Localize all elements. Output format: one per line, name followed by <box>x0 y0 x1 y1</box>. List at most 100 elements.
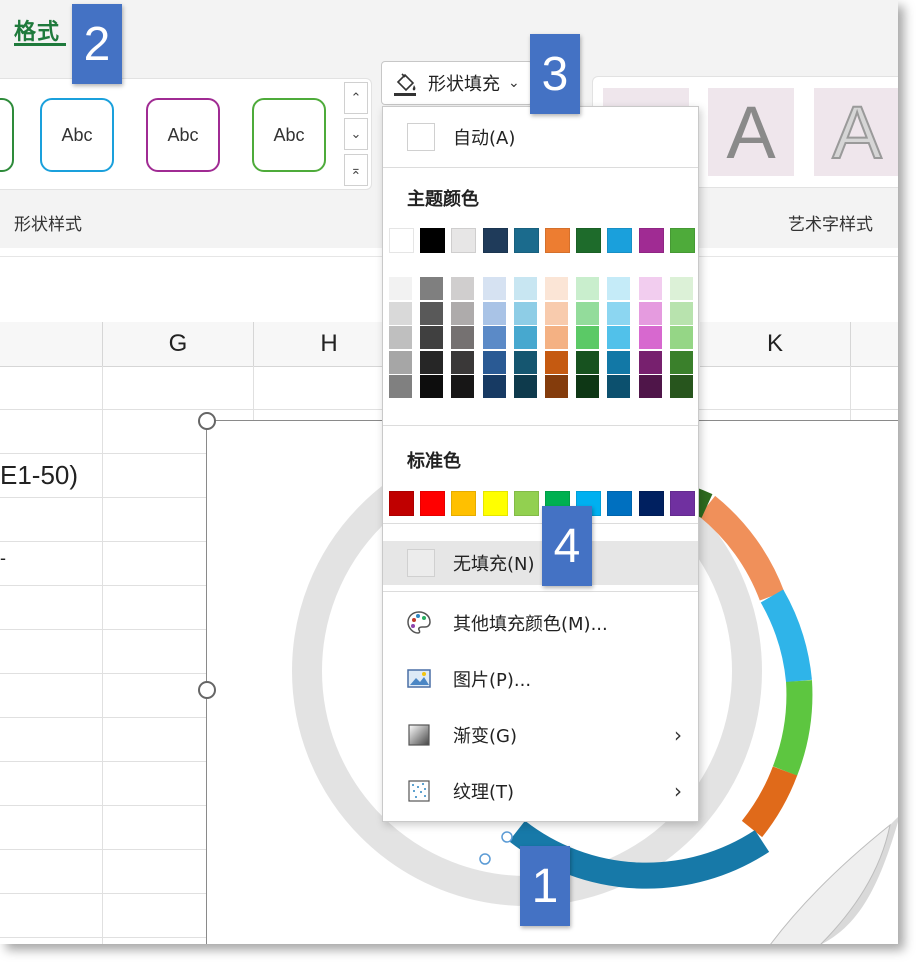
theme-color-swatch[interactable] <box>513 228 539 253</box>
shape-style-green[interactable]: Abc <box>252 98 326 172</box>
theme-color-swatch[interactable] <box>607 228 633 253</box>
picture-icon <box>407 669 431 688</box>
theme-shade-swatch[interactable] <box>482 326 506 349</box>
theme-shade-swatch[interactable] <box>607 326 631 349</box>
theme-shade-swatch[interactable] <box>389 326 412 349</box>
wordart-style-outline[interactable]: A <box>814 88 898 176</box>
theme-shade-swatch[interactable] <box>576 326 600 349</box>
theme-shade-swatch[interactable] <box>482 301 506 325</box>
theme-shade-swatch[interactable] <box>482 350 506 374</box>
theme-shade-swatch[interactable] <box>576 375 600 398</box>
theme-shade-swatch[interactable] <box>389 277 412 300</box>
automatic-label: 自动(A) <box>453 128 516 149</box>
column-header-k[interactable]: K <box>700 322 851 367</box>
theme-shade-swatch[interactable] <box>389 375 412 398</box>
chevron-right-icon: › <box>674 779 682 803</box>
theme-shade-swatch[interactable] <box>638 301 662 325</box>
shape-style-blue[interactable]: Abc <box>40 98 114 172</box>
theme-shade-swatch[interactable] <box>420 375 444 398</box>
menu-item-gradient[interactable]: 渐变(G) › <box>383 713 698 757</box>
theme-shade-swatch[interactable] <box>513 301 537 325</box>
theme-shade-swatch[interactable] <box>482 277 506 300</box>
theme-color-swatch[interactable] <box>638 228 664 253</box>
theme-shade-swatch[interactable] <box>638 375 662 398</box>
theme-shade-swatch[interactable] <box>545 375 568 398</box>
theme-shade-swatch[interactable] <box>451 301 475 325</box>
standard-color-swatch[interactable] <box>451 491 477 516</box>
theme-shade-swatch[interactable] <box>669 326 693 349</box>
theme-shade-swatch[interactable] <box>669 375 693 398</box>
menu-item-texture[interactable]: 纹理(T) › <box>383 769 698 813</box>
menu-item-automatic[interactable]: 自动(A) <box>383 115 698 159</box>
theme-shade-swatch[interactable] <box>607 277 631 300</box>
chart-ring-segment <box>760 589 812 683</box>
theme-shade-swatch[interactable] <box>451 326 475 349</box>
theme-shade-swatch[interactable] <box>607 350 631 374</box>
theme-shade-swatch[interactable] <box>638 277 662 300</box>
theme-color-swatch[interactable] <box>389 228 414 253</box>
standard-color-swatch[interactable] <box>389 491 414 516</box>
ribbon-tab-bar: 格式 <box>0 0 898 52</box>
standard-color-swatch[interactable] <box>482 491 508 516</box>
theme-shade-swatch[interactable] <box>607 375 631 398</box>
theme-color-swatch[interactable] <box>451 228 477 253</box>
shape-fill-button[interactable]: 形状填充 ⌄ <box>381 61 533 105</box>
theme-shade-swatch[interactable] <box>420 277 444 300</box>
standard-color-swatch[interactable] <box>513 491 539 516</box>
gallery-scroll-down-button[interactable]: ⌄ <box>344 118 368 150</box>
theme-shade-swatch[interactable] <box>482 375 506 398</box>
theme-shade-swatch[interactable] <box>513 350 537 374</box>
theme-shade-swatch[interactable] <box>513 326 537 349</box>
cell-dash-text[interactable]: - <box>0 548 6 569</box>
theme-shade-swatch[interactable] <box>420 350 444 374</box>
theme-shade-swatch[interactable] <box>389 301 412 325</box>
shape-style-partial[interactable] <box>0 98 14 172</box>
menu-item-more-colors[interactable]: 其他填充颜色(M)... <box>383 601 698 645</box>
chart-resize-handle-top-left[interactable] <box>198 412 216 430</box>
theme-shade-swatch[interactable] <box>607 301 631 325</box>
theme-shade-swatch[interactable] <box>451 277 475 300</box>
theme-shade-swatch[interactable] <box>545 277 568 300</box>
chart-resize-handle-left[interactable] <box>198 681 216 699</box>
paint-bucket-icon <box>394 73 416 96</box>
wordart-style-solid[interactable]: A <box>708 88 794 176</box>
theme-shade-swatch[interactable] <box>576 350 600 374</box>
cell-formula-text[interactable]: E1-50) <box>0 460 78 491</box>
theme-shade-swatch[interactable] <box>545 301 568 325</box>
theme-color-swatch[interactable] <box>482 228 508 253</box>
theme-shade-swatch[interactable] <box>669 301 693 325</box>
theme-shade-swatch[interactable] <box>451 350 475 374</box>
shape-style-purple[interactable]: Abc <box>146 98 220 172</box>
theme-shade-swatch[interactable] <box>576 277 600 300</box>
column-header-g[interactable]: G <box>103 322 254 367</box>
menu-item-picture[interactable]: 图片(P)... <box>383 657 698 701</box>
theme-shade-swatch[interactable] <box>669 277 693 300</box>
theme-shade-swatch[interactable] <box>513 277 537 300</box>
theme-shade-swatch[interactable] <box>576 301 600 325</box>
theme-shade-swatch[interactable] <box>451 375 475 398</box>
standard-color-swatch[interactable] <box>669 491 695 516</box>
theme-shade-swatch[interactable] <box>420 301 444 325</box>
theme-shade-swatch[interactable] <box>545 350 568 374</box>
theme-color-swatch[interactable] <box>545 228 570 253</box>
theme-color-swatch[interactable] <box>420 228 446 253</box>
theme-color-swatch[interactable] <box>669 228 695 253</box>
standard-color-swatch[interactable] <box>638 491 664 516</box>
theme-shade-swatch[interactable] <box>513 375 537 398</box>
theme-shade-swatch[interactable] <box>420 326 444 349</box>
standard-color-swatch[interactable] <box>420 491 446 516</box>
theme-shade-swatch[interactable] <box>389 350 412 374</box>
theme-shade-swatch[interactable] <box>638 350 662 374</box>
picture-label: 图片(P)... <box>453 670 532 691</box>
tab-format[interactable]: 格式 <box>14 14 60 46</box>
theme-shade-swatch[interactable] <box>669 350 693 374</box>
column-header-next <box>851 322 898 367</box>
theme-shade-swatch[interactable] <box>638 326 662 349</box>
gallery-scroll-up-button[interactable]: ⌃ <box>344 82 368 114</box>
standard-color-swatch[interactable] <box>607 491 633 516</box>
theme-shade-swatch[interactable] <box>545 326 568 349</box>
theme-color-swatch[interactable] <box>576 228 602 253</box>
gradient-icon <box>408 724 430 746</box>
menu-item-no-fill[interactable]: 无填充(N) <box>383 541 698 585</box>
gallery-more-button[interactable]: ⌅ <box>344 154 368 186</box>
